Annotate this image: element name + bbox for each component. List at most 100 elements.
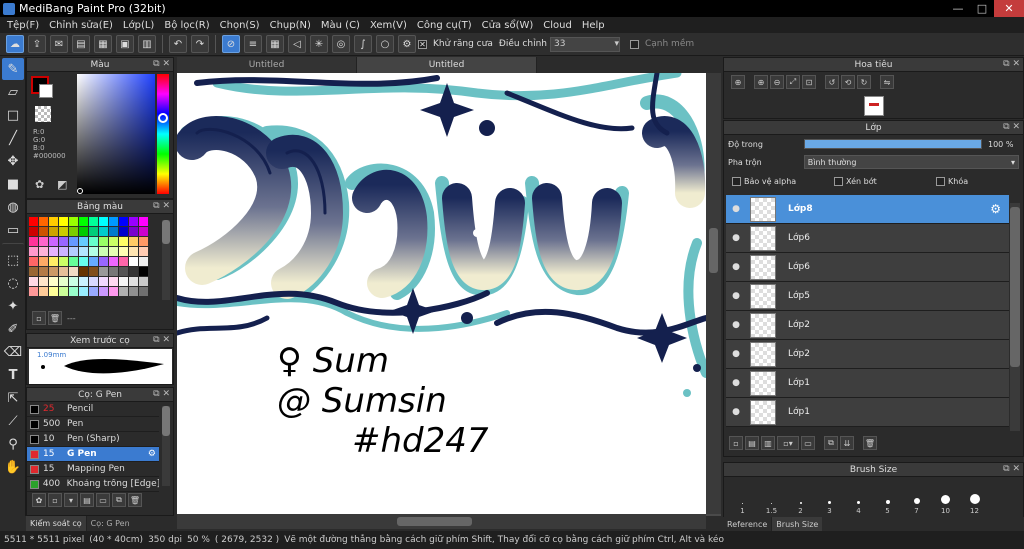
palette-swatch[interactable]	[79, 277, 88, 286]
hue-slider[interactable]	[157, 74, 169, 194]
divide-tool-icon[interactable]: ⟋	[2, 410, 24, 432]
circle-snap-icon[interactable]: ○	[376, 35, 394, 53]
palette-swatch[interactable]	[79, 247, 88, 256]
palette-swatch[interactable]	[89, 247, 98, 256]
palette-swatch[interactable]	[129, 287, 138, 296]
operation-tool-icon[interactable]: ⇱	[2, 387, 24, 409]
eye-icon[interactable]: ●	[726, 262, 746, 272]
brush-list-scrollbar[interactable]	[162, 406, 170, 486]
page-list-icon[interactable]: ▦	[94, 35, 112, 53]
palette-swatch[interactable]	[49, 267, 58, 276]
panel-options-icon[interactable]: ⧉ ✕	[1003, 122, 1020, 132]
scroll-thumb[interactable]	[709, 228, 718, 273]
move-tool-icon[interactable]: ✥	[2, 150, 24, 172]
tab-brush-control[interactable]: Kiểm soát cọ	[26, 516, 87, 531]
rotate-right-icon[interactable]: ↻	[857, 75, 871, 89]
palette-swatch[interactable]	[59, 217, 68, 226]
page-sort-icon[interactable]: ▥	[138, 35, 156, 53]
navigator-thumbnail[interactable]	[864, 96, 884, 116]
opacity-slider[interactable]	[804, 139, 982, 149]
palette-swatch[interactable]	[139, 277, 148, 286]
palette-swatch[interactable]	[99, 227, 108, 236]
palette-swatch[interactable]	[119, 247, 128, 256]
palette-swatch[interactable]	[139, 287, 148, 296]
eye-icon[interactable]: ●	[726, 204, 746, 214]
palette-swatch[interactable]	[69, 287, 78, 296]
actual-size-icon[interactable]: ⊡	[802, 75, 816, 89]
palette-swatch[interactable]	[69, 227, 78, 236]
palette-swatch[interactable]	[89, 257, 98, 266]
layer-scrollbar[interactable]	[1010, 203, 1020, 431]
palette-swatch[interactable]	[49, 247, 58, 256]
menu-filter[interactable]: Bộ lọc(R)	[164, 20, 209, 31]
palette-swatch[interactable]	[99, 267, 108, 276]
palette-swatch[interactable]	[89, 237, 98, 246]
menu-edit[interactable]: Chỉnh sửa(E)	[49, 20, 113, 31]
tab-document-2[interactable]: Untitled	[357, 57, 537, 73]
clip-checkbox[interactable]	[834, 176, 843, 186]
brush-item-pen[interactable]: 500 Pen	[27, 417, 159, 432]
brush-item-mapping-pen[interactable]: 15 Mapping Pen	[27, 462, 159, 477]
palette-swatch[interactable]	[59, 237, 68, 246]
soft-edge-checkbox[interactable]	[629, 39, 639, 49]
magic-wand-tool-icon[interactable]: ✦	[2, 295, 24, 317]
palette-swatch[interactable]	[99, 257, 108, 266]
layer-row[interactable]: ● Lớp1	[726, 398, 1009, 427]
palette-swatch[interactable]	[59, 227, 68, 236]
palette-swatch[interactable]	[119, 217, 128, 226]
protect-alpha-checkbox[interactable]	[732, 176, 741, 186]
palette-swatch[interactable]	[39, 247, 48, 256]
gear-icon[interactable]: ⚙	[148, 449, 156, 459]
brush-size-option[interactable]: 2	[786, 479, 815, 515]
menu-layer[interactable]: Lớp(L)	[123, 20, 154, 31]
palette-scrollbar[interactable]	[162, 220, 170, 300]
menu-cloud[interactable]: Cloud	[543, 20, 572, 31]
palette-swatch[interactable]	[29, 267, 38, 276]
palette-swatch[interactable]	[129, 217, 138, 226]
gradient-tool-icon[interactable]: ▭	[2, 219, 24, 241]
palette-swatch[interactable]	[119, 237, 128, 246]
palette-swatch[interactable]	[109, 247, 118, 256]
palette-swatch[interactable]	[99, 277, 108, 286]
palette-swatch[interactable]	[79, 237, 88, 246]
palette-swatch[interactable]	[109, 257, 118, 266]
panel-options-icon[interactable]: ⧉ ✕	[153, 389, 170, 399]
panel-options-icon[interactable]: ⧉ ✕	[153, 335, 170, 345]
brush-new-icon[interactable]: ▫	[48, 493, 62, 507]
palette-swatch[interactable]	[39, 277, 48, 286]
layer-row[interactable]: ● Lớp6	[726, 224, 1009, 253]
hand-tool-icon[interactable]: ✋	[2, 456, 24, 478]
background-color-swatch[interactable]	[39, 84, 53, 98]
menu-select[interactable]: Chọn(S)	[220, 20, 260, 31]
palette-swatch[interactable]	[59, 257, 68, 266]
palette-swatch[interactable]	[109, 227, 118, 236]
brush-size-option[interactable]: 1.5	[757, 479, 786, 515]
brush-delete-icon[interactable]: 🗑	[128, 493, 142, 507]
palette-swatch[interactable]	[29, 287, 38, 296]
layer-row[interactable]: ● Lớp2	[726, 340, 1009, 369]
lock-checkbox[interactable]	[936, 176, 945, 186]
concentric-snap-icon[interactable]: ◎	[332, 35, 350, 53]
layer-row[interactable]: ● Lớp1	[726, 369, 1009, 398]
eyedropper-tool-icon[interactable]: ⚲	[2, 433, 24, 455]
lasso-tool-icon[interactable]: ◌	[2, 272, 24, 294]
dot-tool-icon[interactable]: □	[2, 104, 24, 126]
palette-swatch[interactable]	[89, 287, 98, 296]
brush-size-option[interactable]: 5	[873, 479, 902, 515]
panel-options-icon[interactable]: ⧉ ✕	[1003, 59, 1020, 69]
rotate-reset-icon[interactable]: ⟲	[841, 75, 855, 89]
scroll-thumb[interactable]	[1010, 207, 1020, 367]
menu-file[interactable]: Tệp(F)	[7, 20, 39, 31]
merge-layer-icon[interactable]: ⇊	[840, 436, 854, 450]
palette-swatch[interactable]	[99, 217, 108, 226]
palette-swatch[interactable]	[99, 247, 108, 256]
palette-swatch[interactable]	[139, 257, 148, 266]
palette-swatch[interactable]	[129, 277, 138, 286]
palette-swatch[interactable]	[39, 287, 48, 296]
scroll-thumb[interactable]	[397, 517, 472, 526]
menu-window[interactable]: Cửa sổ(W)	[482, 20, 534, 31]
brush-size-option[interactable]: 4	[844, 479, 873, 515]
brush-menu-icon[interactable]: ▾	[64, 493, 78, 507]
maximize-button[interactable]: □	[970, 0, 994, 17]
palette-swatch[interactable]	[49, 277, 58, 286]
